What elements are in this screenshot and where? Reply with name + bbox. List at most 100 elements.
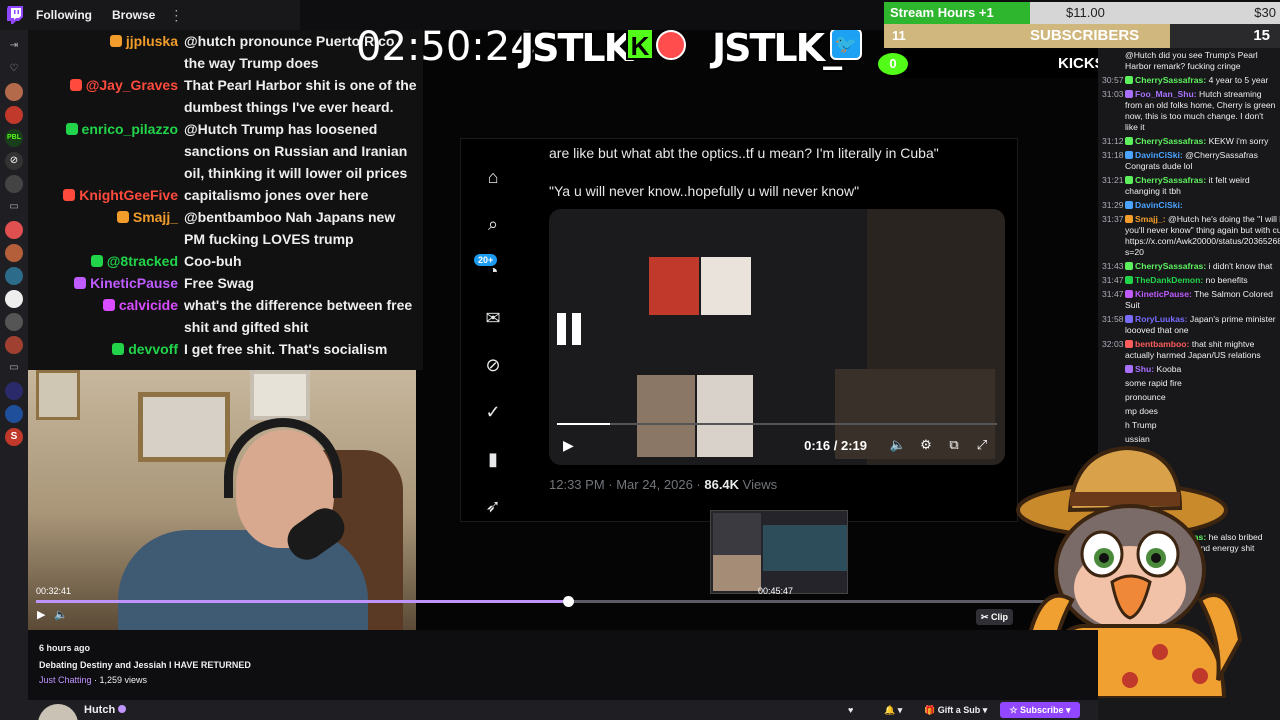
channel-avatar[interactable]: [5, 289, 23, 308]
stream-hours-goal: Stream Hours +1 $11.00 $30: [884, 2, 1280, 24]
channel-avatar[interactable]: PBL: [5, 128, 23, 147]
overlay-chat-username: KineticPause: [90, 275, 178, 291]
verified-icon[interactable]: ✓: [482, 401, 504, 423]
channel-avatar[interactable]: [5, 105, 23, 124]
chat-username[interactable]: Foo_Man_Shu:: [1135, 89, 1197, 99]
channel-avatar[interactable]: ⊘: [5, 151, 23, 170]
pip-icon[interactable]: ⧉: [945, 437, 963, 453]
jstlk-logo: JSTLK: [520, 30, 633, 70]
chat-timestamp[interactable]: 31:47: [1102, 289, 1125, 311]
video-player[interactable]: jjpluska @hutch pronounce Puerto Rico the…: [28, 30, 1098, 630]
pause-icon[interactable]: [557, 313, 583, 345]
gift-sub-button[interactable]: 🎁 Gift a Sub ▾: [924, 702, 987, 718]
channel-avatar[interactable]: [5, 243, 23, 262]
channel-avatar[interactable]: [5, 82, 23, 101]
seek-handle[interactable]: [563, 596, 575, 607]
chat-timestamp[interactable]: 31:18: [1102, 150, 1125, 172]
chat-username[interactable]: RoryLuukas:: [1135, 314, 1188, 324]
channel-avatar[interactable]: [5, 404, 23, 423]
channel-avatar[interactable]: [5, 381, 23, 400]
chat-timestamp[interactable]: [1102, 50, 1125, 72]
mail-icon[interactable]: ✉: [482, 307, 504, 329]
channel-name[interactable]: Hutch: [84, 704, 127, 716]
chat-badge-icon: [1125, 137, 1133, 145]
chat-timestamp[interactable]: [1102, 406, 1125, 417]
more-menu-icon[interactable]: ⋮: [169, 7, 183, 24]
overlay-chat-text: I get free shit. That's socialism: [184, 341, 388, 357]
subscribe-button[interactable]: ☆ Subscribe ▾: [1000, 702, 1080, 718]
chat-badge-icon: [116, 211, 129, 223]
verified-icon: [118, 705, 127, 713]
browse-link[interactable]: Browse: [112, 8, 155, 22]
twitch-logo-icon[interactable]: [0, 0, 30, 30]
volume-icon[interactable]: 🔈: [889, 437, 907, 453]
current-time: 00:32:41: [36, 586, 72, 596]
following-link[interactable]: Following: [36, 8, 92, 22]
channel-avatar[interactable]: [5, 335, 23, 354]
search-icon[interactable]: ⌕: [482, 213, 504, 235]
channel-avatar[interactable]: [5, 174, 23, 193]
side-rail: ⇥ ♡ PBL ⊘ ▭ ▭ S: [0, 30, 28, 720]
seek-bar[interactable]: [36, 596, 1090, 607]
chat-badge-icon: [1125, 90, 1133, 98]
chat-username[interactable]: CherrySassafras:: [1135, 136, 1206, 146]
chat-timestamp[interactable]: 30:57: [1102, 75, 1125, 86]
grok-icon[interactable]: ⊘: [482, 354, 504, 376]
channel-avatar[interactable]: [5, 220, 23, 239]
chat-message: 31:12 CherrySassafras: KEKW i'm sorry: [1102, 136, 1276, 147]
chat-text: @Hutch did you see Trump's Pearl Harbor …: [1125, 50, 1258, 71]
chat-timestamp[interactable]: [1102, 378, 1125, 389]
chat-username[interactable]: Smajj_:: [1135, 214, 1166, 224]
chat-timestamp[interactable]: 31:21: [1102, 175, 1125, 197]
clip-button[interactable]: ✂ Clip: [976, 609, 1014, 625]
chat-message: 31:58 RoryLuukas: Japan's prime minister …: [1102, 314, 1276, 336]
chat-username[interactable]: bentbamboo:: [1135, 339, 1189, 349]
channel-avatar[interactable]: S: [5, 427, 23, 446]
chat-username[interactable]: DavinCiSki:: [1135, 200, 1183, 210]
chat-username[interactable]: KineticPause:: [1135, 289, 1192, 299]
chat-username[interactable]: DavinCiSki:: [1135, 150, 1183, 160]
chat-timestamp[interactable]: 31:37: [1102, 214, 1125, 258]
channel-avatar[interactable]: [5, 312, 23, 331]
volume-icon[interactable]: 🔈: [54, 608, 68, 621]
fullscreen-icon[interactable]: ⤢: [973, 437, 991, 453]
chat-username[interactable]: TheDankDemon:: [1135, 275, 1203, 285]
video-icon[interactable]: ▭: [5, 197, 23, 216]
twitch-vod-page: Following Browse ⋮ ⇥ ♡ PBL ⊘ ▭ ▭ S jjplu…: [0, 0, 1280, 720]
chat-timestamp[interactable]: 31:43: [1102, 261, 1125, 272]
avatar[interactable]: [38, 704, 78, 720]
chat-badge-icon: [112, 343, 125, 355]
record-icon: [656, 30, 686, 60]
bell-icon[interactable]: 🔔 ▾: [884, 702, 902, 718]
chat-timestamp[interactable]: 31:03: [1102, 89, 1125, 133]
settings-icon[interactable]: ⚙: [917, 437, 935, 453]
tweet-video[interactable]: ▶ 0:16 / 2:19 🔈 ⚙ ⧉ ⤢: [549, 209, 1005, 465]
chat-username[interactable]: CherrySassafras:: [1135, 261, 1206, 271]
chat-timestamp[interactable]: [1102, 392, 1125, 403]
notification-badge: 20+: [474, 253, 498, 266]
chat-message: @Hutch did you see Trump's Pearl Harbor …: [1102, 50, 1276, 72]
chat-username[interactable]: Shu:: [1135, 364, 1154, 374]
chat-timestamp[interactable]: 32:03: [1102, 339, 1125, 361]
chat-timestamp[interactable]: 31:29: [1102, 200, 1125, 211]
play-icon[interactable]: ▶: [563, 437, 574, 454]
chat-timestamp[interactable]: 31:12: [1102, 136, 1125, 147]
heart-icon[interactable]: ♡: [5, 60, 23, 78]
video-icon[interactable]: ▭: [5, 358, 23, 377]
expand-rail-icon[interactable]: ⇥: [5, 37, 23, 55]
channel-avatar[interactable]: [5, 266, 23, 285]
chat-badge-icon: [1125, 215, 1133, 223]
category-link[interactable]: Just Chatting: [39, 675, 92, 685]
overlay-chat-text: Coo-buh: [184, 253, 242, 269]
rocket-icon[interactable]: ➶: [482, 495, 504, 517]
bell-icon[interactable]: ◔ 20+: [474, 253, 504, 282]
chat-timestamp[interactable]: [1102, 364, 1125, 375]
chat-timestamp[interactable]: 31:47: [1102, 275, 1125, 286]
home-icon[interactable]: ⌂: [482, 166, 504, 188]
chat-username[interactable]: CherrySassafras:: [1135, 175, 1206, 185]
play-icon[interactable]: ▶: [37, 608, 45, 621]
heart-icon[interactable]: ♥: [848, 702, 853, 718]
bookmark-icon[interactable]: ▮: [482, 448, 504, 470]
chat-timestamp[interactable]: 31:58: [1102, 314, 1125, 336]
chat-username[interactable]: CherrySassafras:: [1135, 75, 1206, 85]
